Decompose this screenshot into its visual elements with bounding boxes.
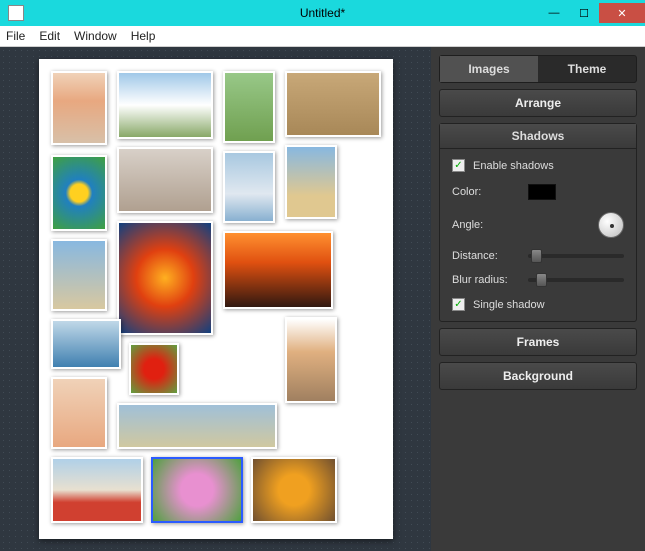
arrange-panel-button[interactable]: Arrange xyxy=(439,89,637,117)
shadows-panel-body: ✓ Enable shadows Color: Angle: Distance: xyxy=(440,149,636,321)
panel-tabs: Images Theme xyxy=(439,55,637,83)
shadow-blur-label: Blur radius: xyxy=(452,274,520,286)
shadow-color-row: Color: xyxy=(452,184,624,200)
single-shadow-row: ✓ Single shadow xyxy=(452,298,624,311)
photo-macaw[interactable] xyxy=(117,221,213,335)
photo-colorful-parrot[interactable] xyxy=(51,155,107,231)
shadows-panel-header[interactable]: Shadows xyxy=(440,124,636,149)
photo-beach-walk[interactable] xyxy=(51,239,107,311)
workspace: Images Theme Arrange Shadows ✓ Enable sh… xyxy=(0,47,645,551)
photo-speedboat[interactable] xyxy=(51,319,121,369)
maximize-button[interactable]: ☐ xyxy=(569,3,599,23)
app-window: Untitled* — ☐ ✕ File Edit Window Help Im… xyxy=(0,0,645,551)
frames-panel-button[interactable]: Frames xyxy=(439,328,637,356)
enable-shadows-label: Enable shadows xyxy=(473,160,554,172)
background-panel-button[interactable]: Background xyxy=(439,362,637,390)
menubar: File Edit Window Help xyxy=(0,26,645,47)
enable-shadows-checkbox[interactable]: ✓ xyxy=(452,159,465,172)
menu-edit[interactable]: Edit xyxy=(39,29,60,43)
tab-theme[interactable]: Theme xyxy=(538,56,636,82)
photo-orchids[interactable] xyxy=(151,457,243,523)
single-shadow-checkbox[interactable]: ✓ xyxy=(452,298,465,311)
photo-boy-on-boat[interactable] xyxy=(285,317,337,403)
shadows-panel: Shadows ✓ Enable shadows Color: Angle: xyxy=(439,123,637,322)
shadow-blur-row: Blur radius: xyxy=(452,274,624,286)
window-controls: — ☐ ✕ xyxy=(539,3,645,23)
menu-file[interactable]: File xyxy=(6,29,25,43)
photo-child-bicycle[interactable] xyxy=(223,71,275,143)
shadow-distance-label: Distance: xyxy=(452,250,520,262)
shadow-angle-dial[interactable] xyxy=(598,212,624,238)
photo-lighthouse-fence[interactable] xyxy=(117,71,213,139)
shadow-distance-row: Distance: xyxy=(452,250,624,262)
side-panel: Images Theme Arrange Shadows ✓ Enable sh… xyxy=(431,47,645,551)
menu-window[interactable]: Window xyxy=(74,29,117,43)
shadow-color-swatch[interactable] xyxy=(528,184,556,200)
minimize-button[interactable]: — xyxy=(539,3,569,23)
app-icon xyxy=(8,5,24,21)
photo-sunset-sailboat[interactable] xyxy=(223,231,333,309)
photo-beach-panorama[interactable] xyxy=(117,403,277,449)
window-title: Untitled* xyxy=(300,6,345,20)
canvas-area[interactable] xyxy=(0,47,431,551)
photo-red-butterfly[interactable] xyxy=(129,343,179,395)
photo-baby-portrait[interactable] xyxy=(51,71,107,145)
photo-storefront[interactable] xyxy=(117,147,213,213)
menu-help[interactable]: Help xyxy=(131,29,156,43)
shadow-angle-row: Angle: xyxy=(452,212,624,238)
close-button[interactable]: ✕ xyxy=(599,3,645,23)
shadow-color-label: Color: xyxy=(452,186,520,198)
photo-white-lighthouse[interactable] xyxy=(223,151,275,223)
shadow-distance-slider[interactable] xyxy=(528,254,624,258)
photo-baby-crawl[interactable] xyxy=(51,377,107,449)
photo-child-beach[interactable] xyxy=(285,145,337,219)
shadow-angle-label: Angle: xyxy=(452,219,520,231)
tab-images[interactable]: Images xyxy=(440,56,538,82)
titlebar[interactable]: Untitled* — ☐ ✕ xyxy=(0,0,645,26)
collage-page[interactable] xyxy=(39,59,393,539)
photo-orange-butterfly[interactable] xyxy=(251,457,337,523)
shadow-blur-slider[interactable] xyxy=(528,278,624,282)
photo-boardwalk[interactable] xyxy=(285,71,381,137)
enable-shadows-row: ✓ Enable shadows xyxy=(452,159,624,172)
photo-red-lighthouse[interactable] xyxy=(51,457,143,523)
single-shadow-label: Single shadow xyxy=(473,299,545,311)
